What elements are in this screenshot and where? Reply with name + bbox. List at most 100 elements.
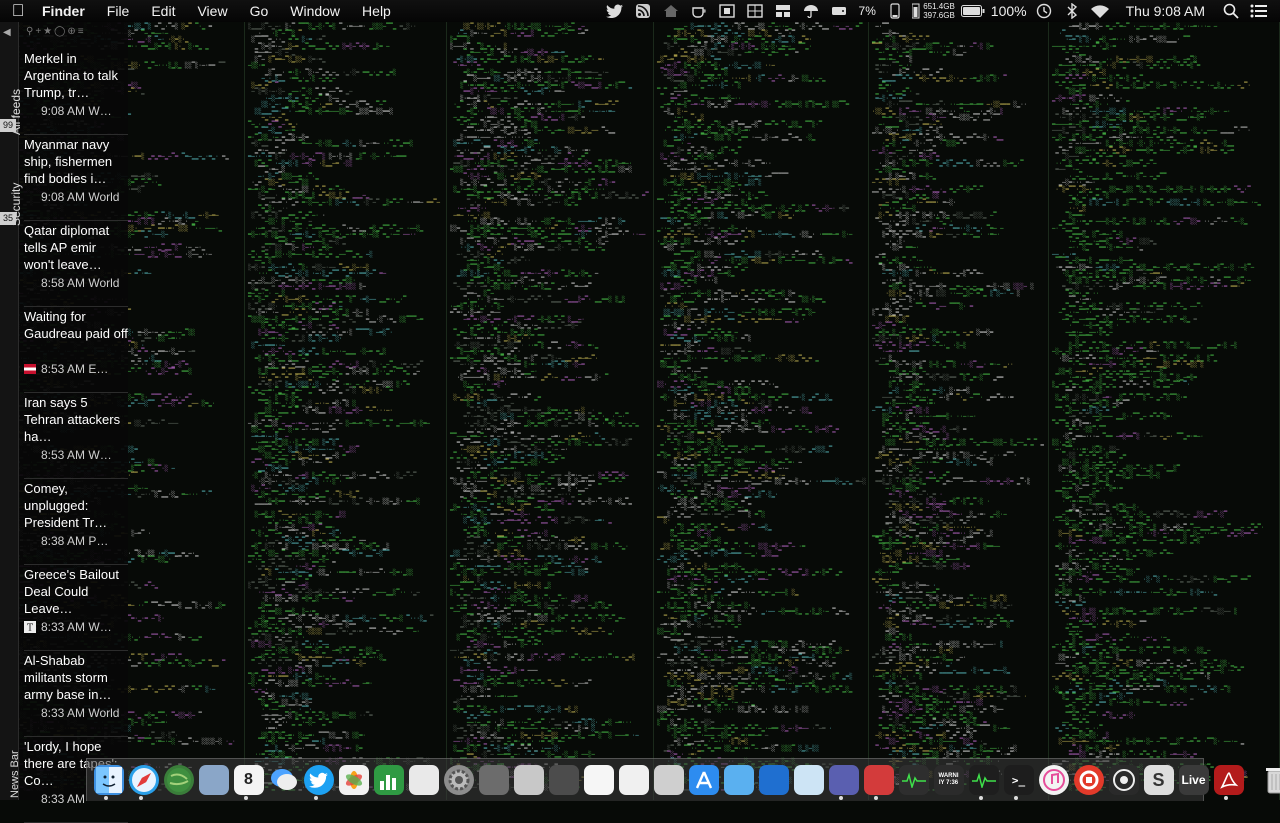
archive-utility-icon[interactable] — [654, 765, 684, 795]
dock-item-preview[interactable] — [196, 765, 231, 795]
apple-logo-icon[interactable]:  — [0, 1, 36, 21]
battery-icon[interactable] — [958, 0, 988, 22]
script-editor-icon[interactable] — [514, 765, 544, 795]
menu-finder[interactable]: Finder — [36, 3, 96, 19]
system-preferences-icon[interactable] — [444, 765, 474, 795]
dock-item-xcode-tools[interactable] — [721, 765, 756, 795]
dock-item-activity-monitor[interactable] — [896, 765, 931, 795]
dock-item-daisydisk[interactable] — [1106, 765, 1141, 795]
umbrella-icon[interactable] — [797, 0, 825, 22]
menu-edit[interactable]: Edit — [140, 3, 186, 19]
coffee-cup-icon[interactable] — [685, 0, 713, 22]
calendar-icon[interactable]: 8 — [234, 765, 264, 795]
scrivener-icon[interactable]: S — [1144, 765, 1174, 795]
collapse-arrow-icon[interactable]: ◀ — [3, 27, 11, 38]
terminal-pane-2[interactable]: ░▁▁▁░▔─▁─· ░·▔ ▔▔▔░▁─░·▔━░ ▔▁·━──━· ▁░░░… — [245, 22, 447, 800]
news-headline[interactable]: Comey, unplugged: President Tr… — [24, 479, 128, 531]
drive-icon[interactable] — [825, 0, 853, 22]
acrobat-icon[interactable] — [1214, 765, 1244, 795]
console-icon[interactable]: WARNI IY 7:36 — [934, 765, 964, 795]
dock-item-console[interactable]: WARNI IY 7:36 — [931, 765, 966, 795]
dock-item-script-editor[interactable] — [511, 765, 546, 795]
terminal-pane-3[interactable]: ░░▔·░░·░━·▔ ·░·░▁░▁─░░░ ···──▁░─▔ ▁─ ·▔─… — [447, 22, 654, 800]
menu-file[interactable]: File — [96, 3, 141, 19]
dock-item-safari[interactable] — [126, 765, 161, 795]
news-item[interactable]: Iran says 5 Tehran attackers ha…8:53 AM … — [24, 393, 128, 479]
activity-monitor-icon[interactable] — [899, 765, 929, 795]
news-item[interactable]: Myanmar navy ship, fishermen find bodies… — [24, 135, 128, 221]
dock-item-archive-utility[interactable] — [651, 765, 686, 795]
xcode-tools-icon[interactable] — [724, 765, 754, 795]
menubar-clock[interactable]: Thu 9:08 AM — [1114, 0, 1217, 22]
terminal-pane-5[interactable]: ─·▔▔ ──░━─▁▁ ─ ▁·▁·▔·░ ▔━░─▔─▔·▔ ▔▔▔ ░─░… — [869, 22, 1049, 800]
dock-item-keynote[interactable] — [406, 765, 441, 795]
daisydisk-icon[interactable] — [1109, 765, 1139, 795]
activity-monitor-2-icon[interactable] — [969, 765, 999, 795]
news-item[interactable]: Qatar diplomat tells AP emir won't leave… — [24, 221, 128, 307]
xcode-icon[interactable] — [549, 765, 579, 795]
wifi-icon[interactable] — [1086, 0, 1114, 22]
dock-item-scrivener[interactable]: S — [1141, 765, 1176, 795]
safari-icon[interactable] — [129, 765, 159, 795]
news-headline[interactable]: Waiting for Gaudreau paid off — [24, 307, 128, 342]
window-tiles-icon[interactable] — [769, 0, 797, 22]
spotlight-search-icon[interactable] — [1217, 0, 1245, 22]
screens-icon[interactable] — [864, 765, 894, 795]
rss-icon[interactable] — [629, 0, 657, 22]
dock-item-font-book[interactable] — [476, 765, 511, 795]
dock-item-world-clock[interactable] — [161, 765, 196, 795]
dock-item-twitter[interactable] — [301, 765, 336, 795]
news-headline[interactable]: Al-Shabab militants storm army base in… — [24, 651, 128, 703]
menu-go[interactable]: Go — [239, 3, 280, 19]
garageband-icon[interactable] — [1074, 765, 1104, 795]
trash-icon[interactable] — [1261, 765, 1280, 795]
terminal-icon[interactable]: >_ — [1004, 765, 1034, 795]
finder-icon[interactable] — [94, 765, 124, 795]
news-item[interactable]: Al-Shabab militants storm army base in…8… — [24, 651, 128, 737]
bluetooth-icon[interactable] — [1058, 0, 1086, 22]
dock-item-messages[interactable] — [266, 765, 301, 795]
news-headline[interactable]: Iran says 5 Tehran attackers ha… — [24, 393, 128, 445]
news-headline[interactable]: Merkel in Argentina to talk Trump, tr… — [24, 49, 128, 101]
news-item[interactable]: Greece's Bailout Deal Could Leave…T8:33 … — [24, 565, 128, 651]
ableton-live-icon[interactable]: Live — [1179, 765, 1209, 795]
time-machine-icon[interactable] — [1030, 0, 1058, 22]
twitter-icon[interactable] — [304, 765, 334, 795]
menu-window[interactable]: Window — [279, 3, 351, 19]
itunes-icon[interactable] — [1039, 765, 1069, 795]
dock-item-textedit[interactable] — [581, 765, 616, 795]
dock-item-calendar[interactable]: 8 — [231, 765, 266, 795]
surf-icon[interactable] — [759, 765, 789, 795]
textedit-icon[interactable] — [584, 765, 614, 795]
preview-icon[interactable] — [199, 765, 229, 795]
dock-item-mailplane[interactable] — [791, 765, 826, 795]
dock-item-pages[interactable] — [616, 765, 651, 795]
font-book-icon[interactable] — [479, 765, 509, 795]
dock-item-xcode[interactable] — [546, 765, 581, 795]
messages-icon[interactable] — [269, 765, 299, 795]
battery-percentage[interactable]: 100% — [988, 0, 1030, 22]
mailplane-icon[interactable] — [794, 765, 824, 795]
photos-icon[interactable] — [339, 765, 369, 795]
grid-icon[interactable] — [741, 0, 769, 22]
menu-help[interactable]: Help — [351, 3, 402, 19]
stackoverflow-icon[interactable] — [829, 765, 859, 795]
home-icon[interactable] — [657, 0, 685, 22]
news-headline[interactable]: Myanmar navy ship, fishermen find bodies… — [24, 135, 128, 187]
news-headline[interactable]: Greece's Bailout Deal Could Leave… — [24, 565, 128, 617]
news-item[interactable]: Comey, unplugged: President Tr…8:38 AM P… — [24, 479, 128, 565]
dock-item-stackoverflow[interactable] — [826, 765, 861, 795]
world-clock-icon[interactable] — [164, 765, 194, 795]
keynote-icon[interactable] — [409, 765, 439, 795]
dock-item-surf[interactable] — [756, 765, 791, 795]
dock-item-numbers[interactable] — [371, 765, 406, 795]
dock-item-garageband[interactable] — [1071, 765, 1106, 795]
twitter-icon[interactable] — [601, 0, 629, 22]
dock-item-acrobat[interactable] — [1211, 765, 1246, 795]
dock-item-ableton-live[interactable]: Live — [1176, 765, 1211, 795]
app-store-icon[interactable] — [689, 765, 719, 795]
dock-item-app-store[interactable] — [686, 765, 721, 795]
dock-item-screens[interactable] — [861, 765, 896, 795]
dock-item-itunes[interactable] — [1036, 765, 1071, 795]
dock-item-activity-monitor-2[interactable] — [966, 765, 1001, 795]
